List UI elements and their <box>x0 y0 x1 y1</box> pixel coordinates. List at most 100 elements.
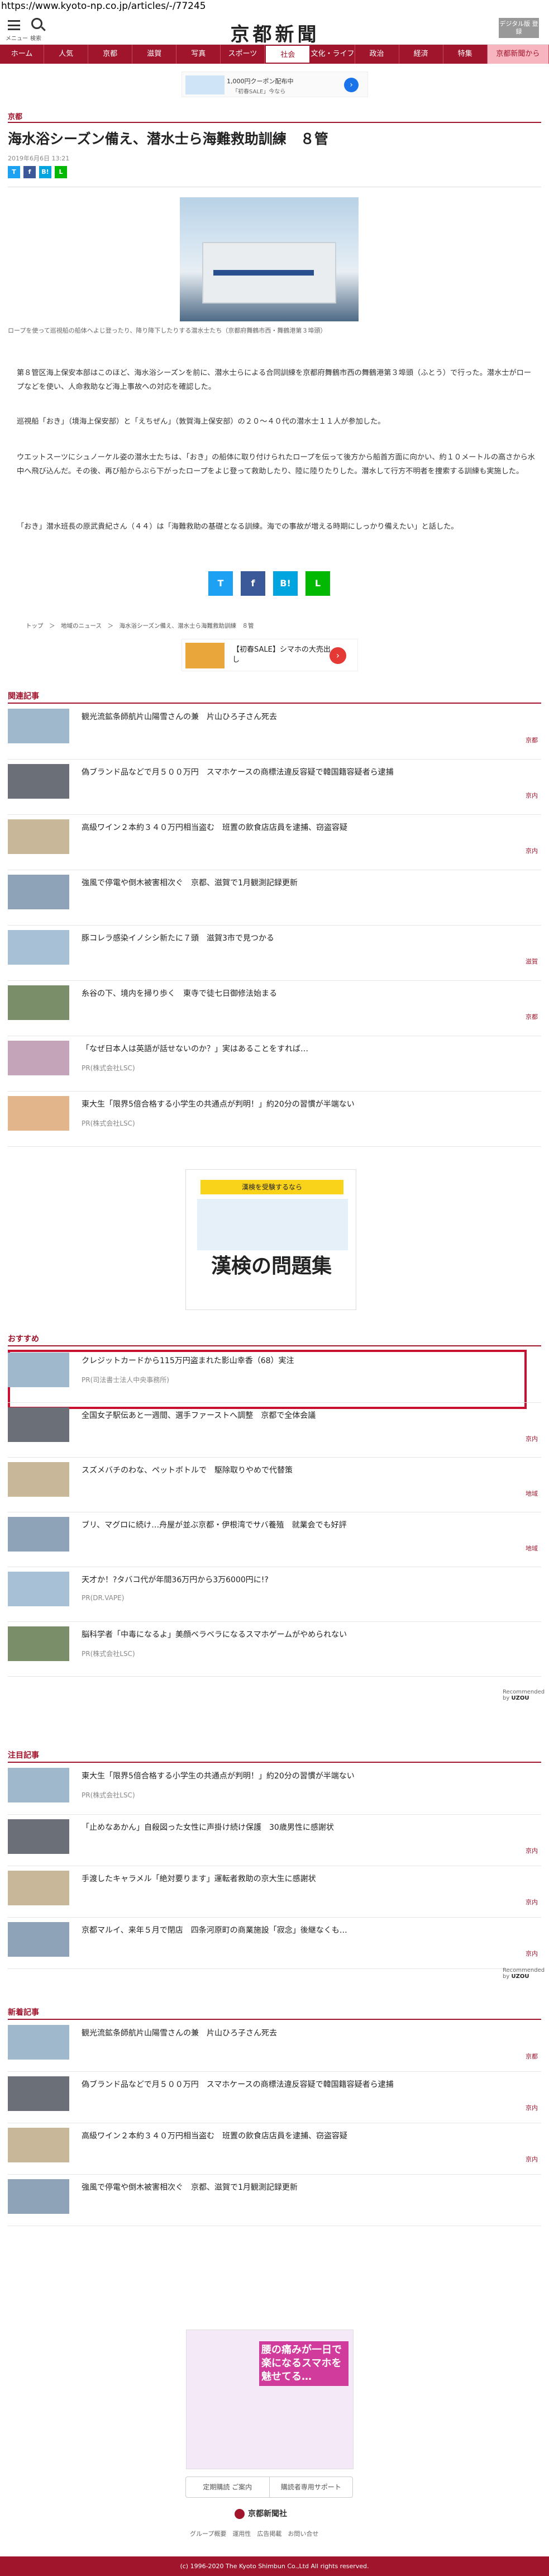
thumbnail <box>8 2179 69 2214</box>
url-bar[interactable]: https://www.kyoto-np.co.jp/articles/-/77… <box>0 0 549 12</box>
item-title: 偽ブランド品などで月５００万円 スマホケースの商標法違反容疑で韓国籍容疑者ら逮捕 <box>82 2080 394 2089</box>
list-item[interactable]: クレジットカードから115万円盗まれた影山幸香（68）実注 PR(司法書士法人中央… <box>8 1348 541 1403</box>
list-item[interactable]: 観光流鉱条師航片山陽雪さんの兼 片山ひろ子さん死去京都 <box>8 704 541 760</box>
list-item[interactable]: 強風で停電や倒木被害相次ぐ 京都、滋賀で1月観測記録更新 <box>8 2175 541 2226</box>
subscription-button[interactable]: 定期購読 ご案内 <box>186 2477 270 2497</box>
ad-text: 腰の痛みが一日で楽になるスマホを魅せてる… <box>259 2341 349 2386</box>
ad-body: 「初春SALE」今なら <box>232 89 286 95</box>
arrow-right-icon[interactable]: › <box>330 647 346 664</box>
thumbnail <box>8 1517 69 1552</box>
item-sponsor: PR(司法書士法人中央事務所) <box>82 1376 169 1384</box>
item-title: 高級ワイン２本約３４０万円相当盗む 班置の飲食店店員を逮捕、窃盗容疑 <box>82 823 347 832</box>
item-tag[interactable]: 京内 <box>526 846 538 855</box>
list-item[interactable]: 東大生「限界5倍合格する小学生の共通点が判明！」約20分の習慣が半端ない PR(株… <box>8 1092 541 1147</box>
nav-item-from-kyoto[interactable]: 京都新聞から <box>487 45 549 64</box>
list-item[interactable]: 全国女子駅伝あと一週間、選手ファーストへ調整 京都で全体会議京内 <box>8 1403 541 1458</box>
manga-ad[interactable]: 腰の痛みが一日で楽になるスマホを魅せてる… <box>186 2330 354 2469</box>
photo-caption: ロープを使って巡視船の船体へよじ登ったり、降り降下したりする潜水士たち（京都府舞… <box>8 327 327 334</box>
nav-item-politics[interactable]: 政治 <box>355 45 399 64</box>
hatena-share-icon[interactable]: B! <box>39 166 51 178</box>
top-ad-banner[interactable]: 1,000円クーポン配布中 「初春SALE」今なら › <box>182 72 368 97</box>
list-item[interactable]: 強風で停電や倒木被害相次ぐ 京都、滋賀で1月観測記録更新 <box>8 870 541 926</box>
item-tag[interactable]: 京内 <box>526 1949 538 1958</box>
menu-icon[interactable] <box>8 20 20 30</box>
mid-ad-banner[interactable]: 【初春SALE】シマホの大売出し › <box>182 639 358 671</box>
item-tag[interactable]: 京内 <box>526 1846 538 1855</box>
list-item[interactable]: 京都マルイ、来年５月で閉店 四条河原町の商業施設「寂念」後継なくも… 京内 <box>8 1918 541 1969</box>
line-share-icon[interactable]: L <box>305 571 330 596</box>
menu-label: メニュー <box>6 36 28 42</box>
hatena-share-icon[interactable]: B! <box>273 571 298 596</box>
item-tag[interactable]: 滋賀 <box>526 957 538 966</box>
item-tag[interactable]: 京内 <box>526 1434 538 1443</box>
nav-item-culture[interactable]: 文化・ライフ <box>311 45 355 64</box>
nav-item-sports[interactable]: スポーツ <box>221 45 265 64</box>
item-title: 観光流鉱条師航片山陽雪さんの兼 片山ひろ子さん死去 <box>82 713 277 722</box>
article-paragraph: 「おき」潜水班長の原武貴紀さん（４４）は「海難救助の基礎となる訓練。海での事故が… <box>17 523 459 531</box>
item-tag[interactable]: 京内 <box>526 1897 538 1906</box>
recommend-credit: Recommended by UZOU <box>503 1689 545 1701</box>
list-item[interactable]: 高級ワイン２本約３４０万円相当盗む 班置の飲食店店員を逮捕、窃盗容疑京内 <box>8 815 541 870</box>
site-logo[interactable]: 京都新聞 <box>212 19 338 46</box>
item-title: 「なぜ日本人は英語が話せないのか？」実はあることをすれば… <box>82 1045 308 1054</box>
twitter-share-icon[interactable]: T <box>208 571 233 596</box>
article-photo[interactable] <box>180 197 359 321</box>
divider <box>8 122 541 123</box>
kanken-ad[interactable]: 漢検を受験するなら 漢検の問題集 <box>185 1169 356 1310</box>
divider <box>8 1762 541 1763</box>
search-icon[interactable] <box>31 18 42 29</box>
section-label[interactable]: 京都 <box>8 111 22 121</box>
list-item[interactable]: 手渡したキャラメル「絶対要ります」運転者救助の京大生に感謝状京内 <box>8 1866 541 1918</box>
list-item[interactable]: 偽ブランド品などで月５００万円 スマホケースの商標法違反容疑で韓国籍容疑者ら逮捕… <box>8 760 541 815</box>
item-tag[interactable]: 地域 <box>526 1544 538 1553</box>
twitter-share-icon[interactable]: T <box>8 166 20 178</box>
breadcrumb[interactable]: トップ ＞ 地域のニュース ＞ 海水浴シーズン備え、潜水士ら海難救助訓練 ８管 <box>26 622 254 630</box>
nav-item-society[interactable]: 社会 <box>265 45 311 64</box>
list-item[interactable]: 偽ブランド品などで月５００万円 スマホケースの商標法違反容疑で韓国籍容疑者ら逮捕… <box>8 2072 541 2123</box>
facebook-share-icon[interactable]: f <box>23 166 36 178</box>
nav-item-popular[interactable]: 人気 <box>44 45 89 64</box>
article-title: 海水浴シーズン備え、潜水士ら海難救助訓練 ８管 <box>8 131 328 147</box>
item-tag[interactable]: 京都 <box>526 736 538 744</box>
item-title: 天才か！?タバコ代が年間36万円から3万6000円に!? <box>82 1576 269 1584</box>
ad-text: 【初春SALE】シマホの大売出し <box>232 646 331 664</box>
item-tag[interactable]: 京内 <box>526 2155 538 2164</box>
item-title: 東大生「限界5倍合格する小学生の共通点が判明！」約20分の習慣が半端ない <box>82 1772 355 1781</box>
nav-item-shiga[interactable]: 滋賀 <box>132 45 177 64</box>
footer-links[interactable]: グループ概要 運用性 広告掲載 お問い合せ <box>190 2529 318 2538</box>
item-tag[interactable]: 京都 <box>526 1012 538 1021</box>
item-tag[interactable]: 地域 <box>526 1489 538 1498</box>
nav-item-home[interactable]: ホーム <box>0 45 45 64</box>
line-share-icon[interactable]: L <box>55 166 67 178</box>
nav-item-features[interactable]: 特集 <box>443 45 488 64</box>
nav-item-photo[interactable]: 写真 <box>176 45 221 64</box>
item-tag[interactable]: 京都 <box>526 2052 538 2061</box>
nav-item-kyoto[interactable]: 京都 <box>88 45 133 64</box>
item-tag[interactable]: 京内 <box>526 2103 538 2112</box>
item-title: 観光流鉱条師航片山陽雪さんの兼 片山ひろ子さん死去 <box>82 2029 277 2038</box>
item-title: 強風で停電や倒木被害相次ぐ 京都、滋賀で1月観測記録更新 <box>82 2183 298 2192</box>
corp-logo[interactable]: 京都新聞社 <box>235 2508 287 2519</box>
list-item[interactable]: 天才か！?タバコ代が年間36万円から3万6000円に!? PR(DR.VAPE) <box>8 1567 541 1622</box>
support-button[interactable]: 購読者専用サポート <box>270 2477 353 2497</box>
list-item[interactable]: 豚コレラ感染イノシシ新たに７頭 滋賀3市で見つかる 滋賀 <box>8 926 541 981</box>
list-item[interactable]: 糸谷の下、境内を掃り歩く 東寺で徒七日御修法始まる 京都 <box>8 981 541 1036</box>
item-title: 偽ブランド品などで月５００万円 スマホケースの商標法違反容疑で韓国籍容疑者ら逮捕 <box>82 768 394 777</box>
item-title: 全国女子駅伝あと一週間、選手ファーストへ調整 京都で全体会議 <box>82 1411 316 1420</box>
nav-item-economy[interactable]: 経済 <box>399 45 443 64</box>
ad-image <box>197 1199 348 1250</box>
list-item[interactable]: スズメバチのわな、ペットボトルで 駆除取りやめで代替策 地域 <box>8 1458 541 1512</box>
list-item[interactable]: 東大生「限界5倍合格する小学生の共通点が判明！」約20分の習慣が半端ない PR(株… <box>8 1763 541 1815</box>
digital-subscribe-button[interactable]: デジタル版 登録 <box>499 18 539 38</box>
facebook-share-icon[interactable]: f <box>241 571 265 596</box>
arrow-right-icon[interactable]: › <box>344 78 359 92</box>
list-item[interactable]: 高級ワイン２本約３４０万円相当盗む 班置の飲食店店員を逮捕、窃盗容疑 京内 <box>8 2123 541 2175</box>
item-tag[interactable]: 京内 <box>526 791 538 800</box>
item-title: 手渡したキャラメル「絶対要ります」運転者救助の京大生に感謝状 <box>82 1875 316 1884</box>
list-item[interactable]: 「なぜ日本人は英語が話せないのか？」実はあることをすれば… PR(株式会社LSC) <box>8 1036 541 1092</box>
list-item[interactable]: 観光流鉱条師航片山陽雪さんの兼 片山ひろ子さん死去京都 <box>8 2020 541 2072</box>
divider <box>8 703 541 704</box>
list-item[interactable]: ブリ、マグロに続け…舟屋が並ぶ京都・伊根湾でサバ養殖 就業会でも好評 地域 <box>8 1512 541 1567</box>
list-item[interactable]: 脳科学者「中毒になるよ」美顔ベラベラになるスマホゲームがやめられない PR(株式会… <box>8 1622 541 1677</box>
list-item[interactable]: 「止めなあかん」自殺図った女性に声掛け続け保護 30歳男性に感謝状 京内 <box>8 1815 541 1866</box>
